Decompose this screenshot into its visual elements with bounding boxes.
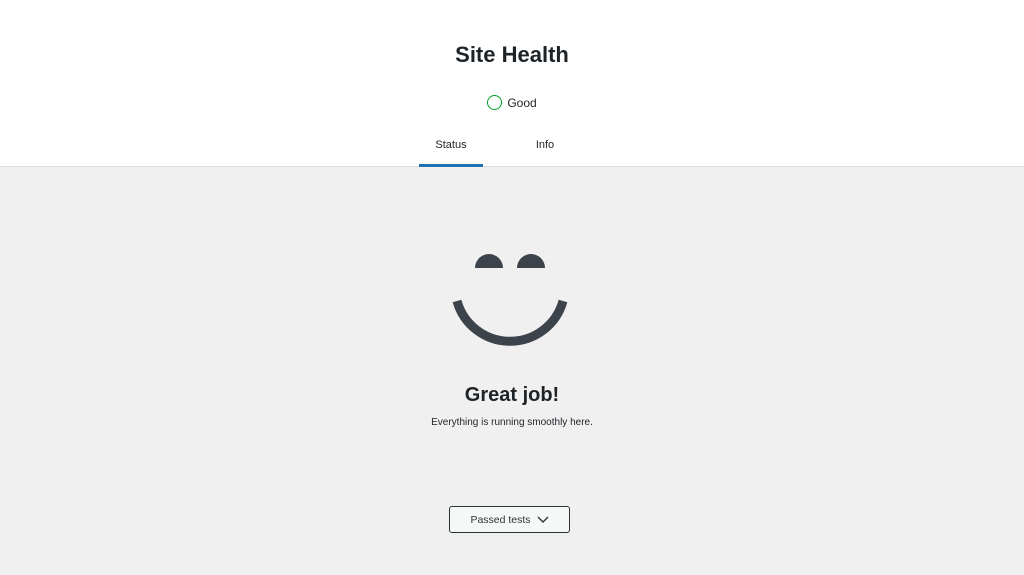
status-good-ring-icon [487,95,503,110]
page-title: Site Health [455,42,569,67]
passed-tests-label: Passed tests [470,513,531,526]
site-health-header: Site Health Good Status Info [0,0,1024,167]
tab-bar: Status Info [0,128,1024,167]
right-eye [517,254,545,268]
tab-info[interactable]: Info [513,128,577,167]
smile [452,299,568,346]
passed-tests-button[interactable]: Passed tests [449,506,570,533]
great-job-heading: Great job! [464,384,560,406]
tab-info-label: Info [535,139,555,151]
tab-status[interactable]: Status [419,128,483,167]
status-label: Good [507,95,537,110]
health-status: Good [0,95,1024,110]
left-eye [475,254,503,268]
smiley-face-icon [452,254,568,346]
chevron-down-icon [537,516,549,523]
tab-status-label: Status [435,139,467,151]
status-subtext: Everything is running smoothly here. [431,417,593,428]
